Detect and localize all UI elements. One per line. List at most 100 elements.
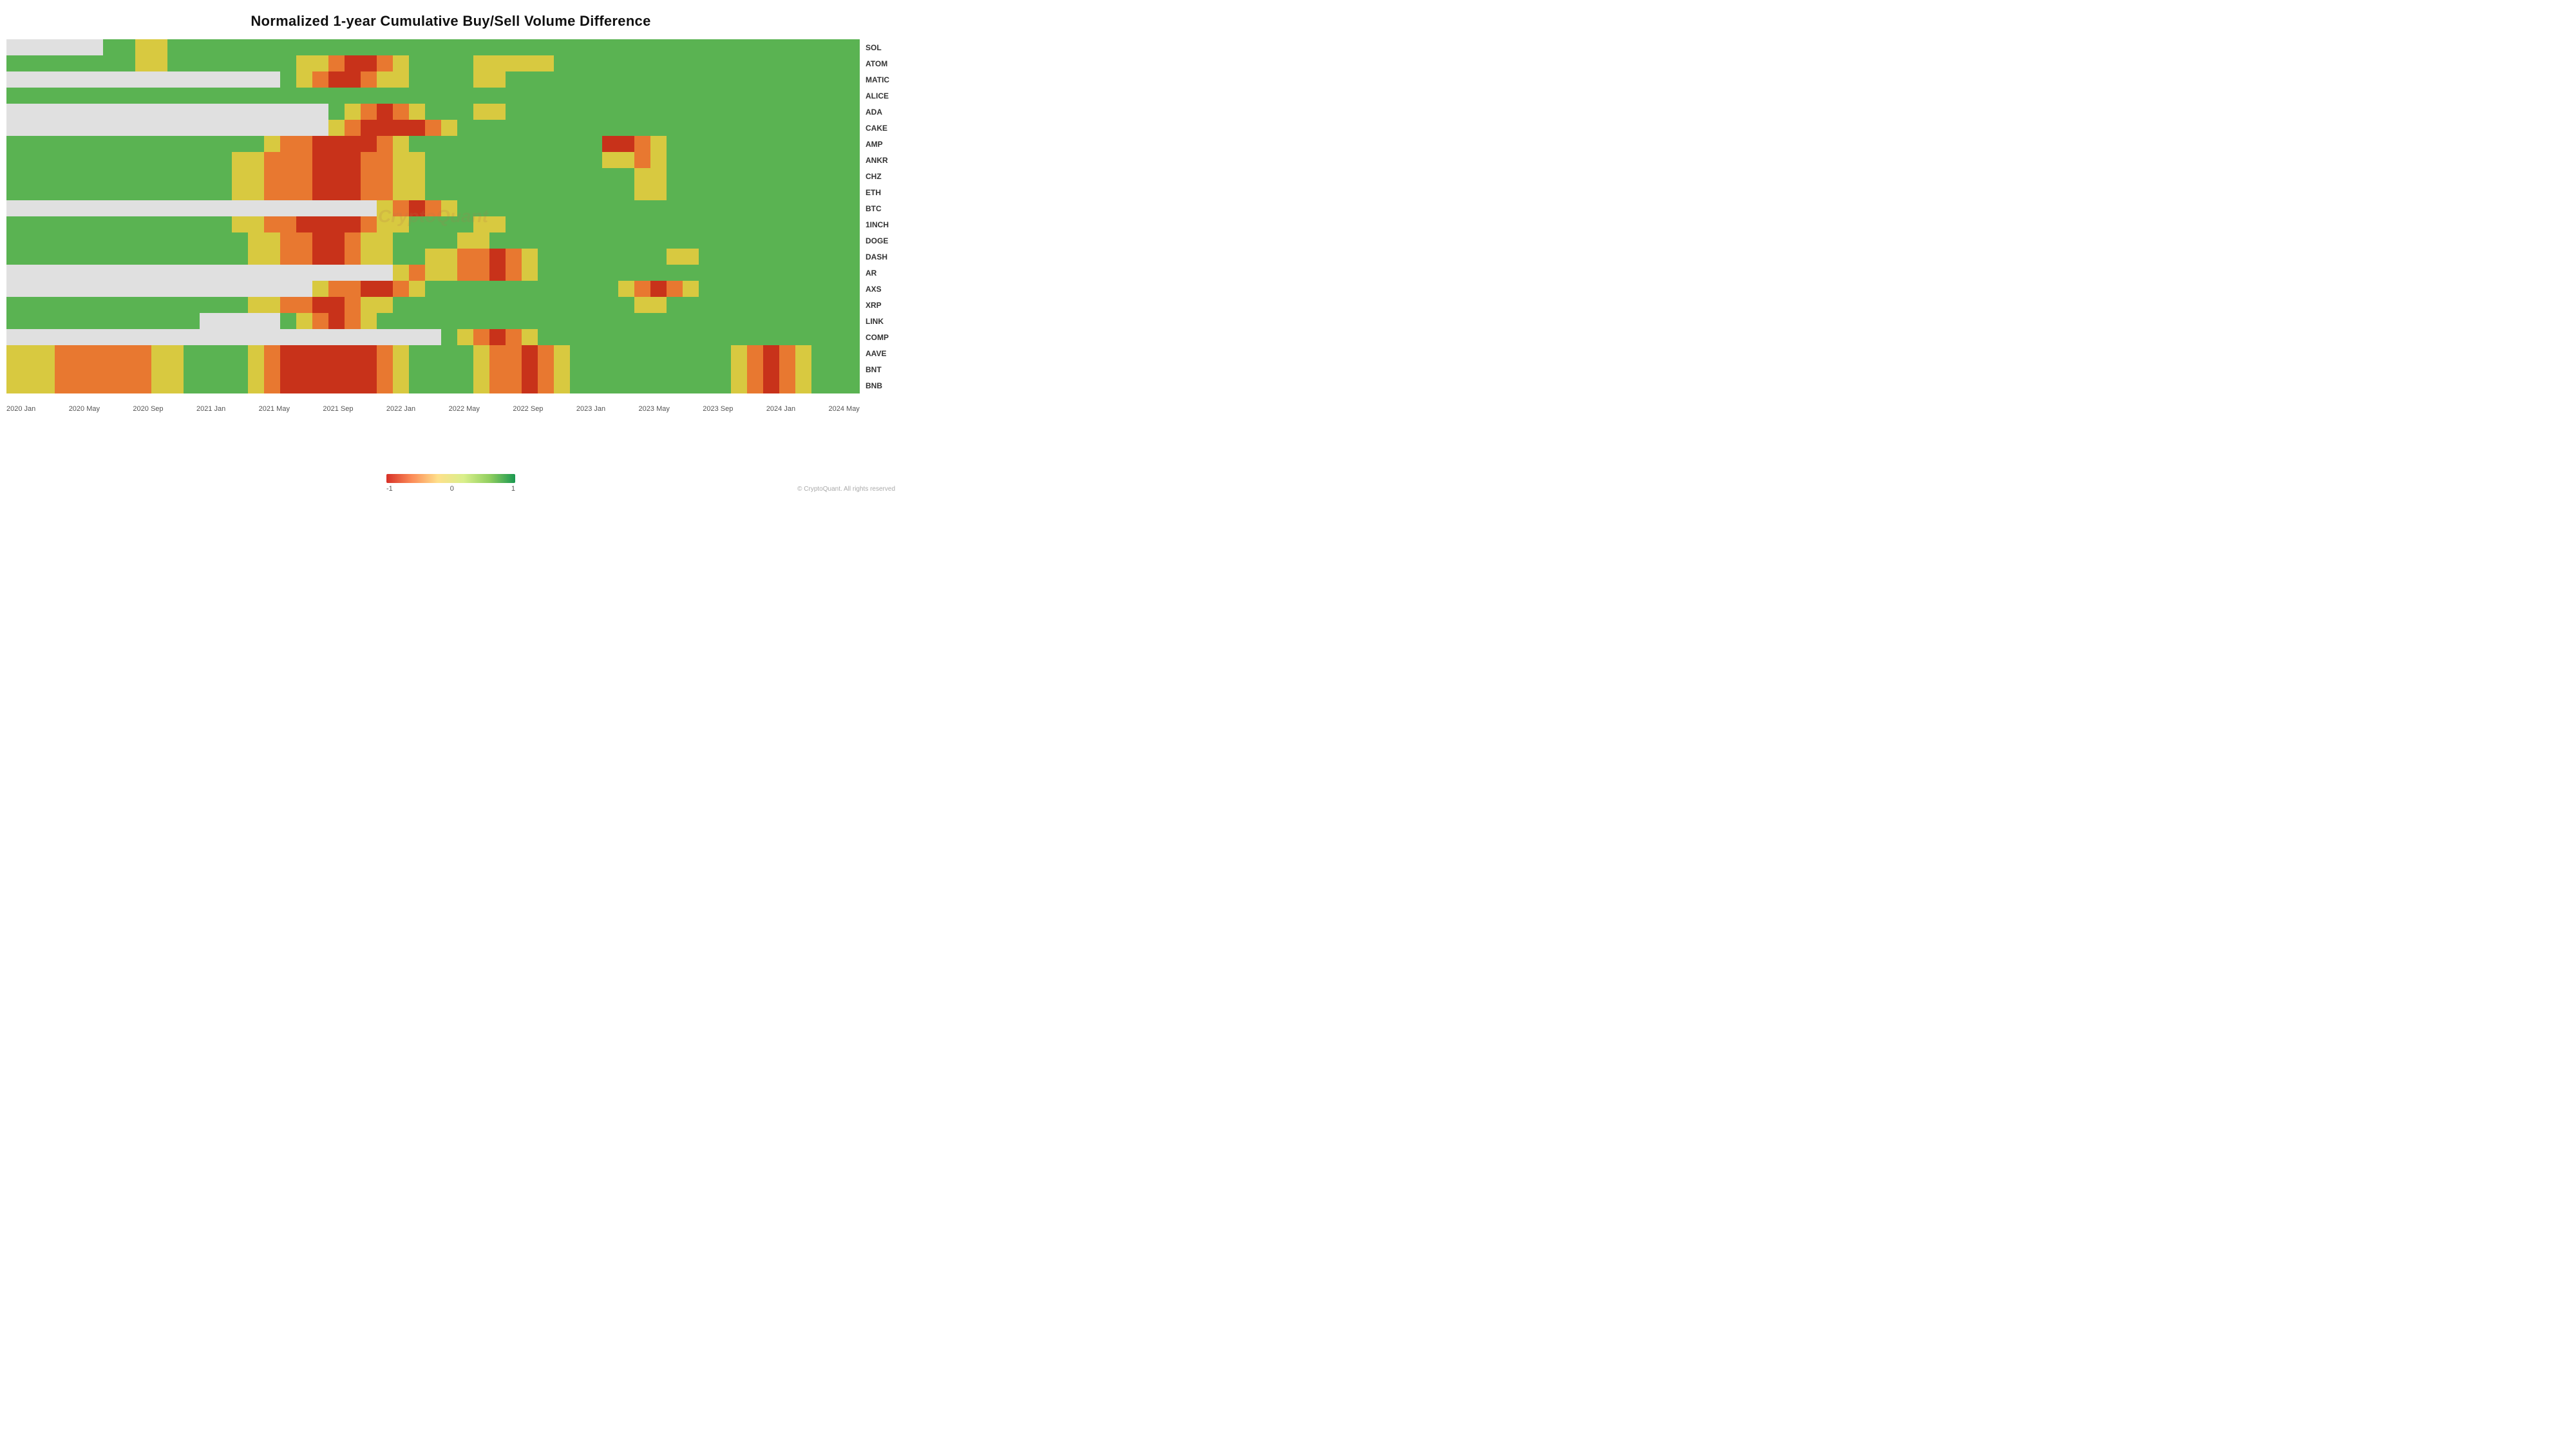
- heatmap-cell: [795, 39, 811, 55]
- heatmap-row: [6, 345, 860, 361]
- heatmap-cell: [699, 329, 715, 345]
- heatmap-cell: [409, 232, 425, 249]
- heatmap-cell: [811, 71, 828, 88]
- heatmap-cell: [489, 281, 506, 297]
- heatmap-cell: [55, 345, 71, 361]
- heatmap-cell: [328, 216, 345, 232]
- heatmap-cell: [779, 55, 795, 71]
- heatmap-cell: [184, 297, 200, 313]
- heatmap-cell: [715, 136, 731, 152]
- heatmap-cell: [119, 281, 135, 297]
- heatmap-cell: [457, 184, 473, 200]
- heatmap-cell: [296, 297, 312, 313]
- heatmap-cell: [779, 216, 795, 232]
- heatmap-cell: [393, 88, 409, 104]
- heatmap-cell: [554, 216, 570, 232]
- heatmap-cell: [39, 232, 55, 249]
- heatmap-cell: [763, 120, 779, 136]
- heatmap-cell: [489, 216, 506, 232]
- heatmap-cell: [23, 136, 39, 152]
- heatmap-cell: [200, 265, 216, 281]
- heatmap-cell: [570, 184, 586, 200]
- heatmap-cell: [795, 281, 811, 297]
- heatmap-cell: [361, 265, 377, 281]
- heatmap-cell: [280, 55, 296, 71]
- heatmap-cell: [87, 345, 103, 361]
- heatmap-cell: [71, 232, 87, 249]
- heatmap-cell: [489, 120, 506, 136]
- heatmap-cell: [103, 345, 119, 361]
- heatmap-cell: [312, 120, 328, 136]
- heatmap-cell: [844, 249, 860, 265]
- heatmap-cell: [425, 55, 441, 71]
- heatmap-cell: [715, 361, 731, 377]
- heatmap-cell: [586, 136, 602, 152]
- heatmap-cell: [473, 120, 489, 136]
- heatmap-cell: [457, 120, 473, 136]
- heatmap-cell: [506, 281, 522, 297]
- heatmap-cell: [747, 184, 763, 200]
- heatmap-cell: [23, 120, 39, 136]
- heatmap-cell: [393, 361, 409, 377]
- heatmap-cell: [135, 152, 151, 168]
- heatmap-cell: [586, 297, 602, 313]
- heatmap-cell: [554, 345, 570, 361]
- heatmap-cell: [393, 265, 409, 281]
- heatmap-cell: [779, 265, 795, 281]
- heatmap-cell: [844, 297, 860, 313]
- heatmap-cell: [87, 55, 103, 71]
- heatmap-cell: [441, 55, 457, 71]
- heatmap-cell: [844, 88, 860, 104]
- heatmap-cell: [473, 39, 489, 55]
- heatmap-cell: [602, 265, 618, 281]
- heatmap-cell: [811, 329, 828, 345]
- heatmap-cell: [570, 168, 586, 184]
- heatmap-cell: [522, 120, 538, 136]
- heatmap-cell: [119, 297, 135, 313]
- heatmap-cell: [506, 232, 522, 249]
- heatmap-cell: [489, 55, 506, 71]
- heatmap-cell: [200, 361, 216, 377]
- heatmap-cell: [151, 184, 167, 200]
- heatmap-cell: [361, 200, 377, 216]
- heatmap-cell: [71, 184, 87, 200]
- heatmap-cell: [409, 265, 425, 281]
- heatmap-cell: [361, 39, 377, 55]
- heatmap-cell: [699, 39, 715, 55]
- heatmap-cell: [763, 345, 779, 361]
- x-axis: 2020 Jan2020 May2020 Sep2021 Jan2021 May…: [6, 405, 860, 413]
- heatmap-cell: [634, 329, 650, 345]
- heatmap-cell: [409, 120, 425, 136]
- heatmap-cell: [135, 361, 151, 377]
- heatmap-cell: [795, 249, 811, 265]
- heatmap-cell: [538, 265, 554, 281]
- heatmap-cell: [667, 232, 683, 249]
- heatmap-cell: [522, 71, 538, 88]
- heatmap-cell: [457, 345, 473, 361]
- heatmap-cell: [87, 184, 103, 200]
- heatmap-cell: [489, 168, 506, 184]
- heatmap-cell: [39, 329, 55, 345]
- heatmap-cell: [393, 345, 409, 361]
- heatmap-cell: [538, 39, 554, 55]
- heatmap-cell: [6, 136, 23, 152]
- heatmap-cell: [216, 345, 232, 361]
- heatmap-cell: [296, 120, 312, 136]
- heatmap-cell: [216, 168, 232, 184]
- heatmap-cell: [167, 345, 184, 361]
- heatmap-cell: [683, 281, 699, 297]
- heatmap-cell: [473, 55, 489, 71]
- heatmap-cell: [55, 200, 71, 216]
- heatmap-cell: [119, 136, 135, 152]
- heatmap-cell: [522, 313, 538, 329]
- legend-bar: [386, 474, 515, 483]
- heatmap-cell: [377, 232, 393, 249]
- heatmap-cell: [216, 249, 232, 265]
- heatmap-cell: [184, 313, 200, 329]
- heatmap-cell: [522, 200, 538, 216]
- heatmap-cell: [184, 329, 200, 345]
- heatmap-cell: [506, 200, 522, 216]
- heatmap-cell: [683, 313, 699, 329]
- heatmap-cell: [6, 55, 23, 71]
- heatmap-cell: [844, 120, 860, 136]
